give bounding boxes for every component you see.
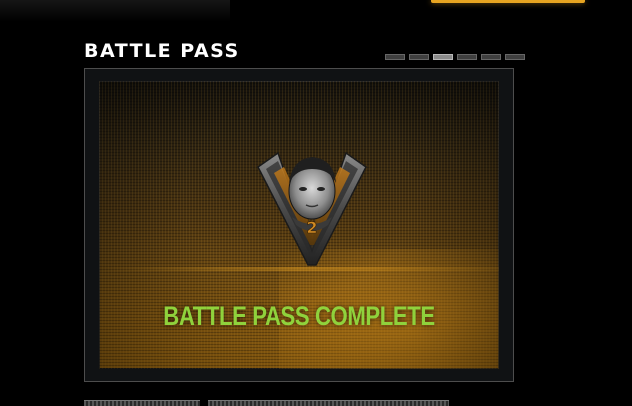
top-accent-button[interactable] [431, 0, 585, 3]
page-dot-1[interactable] [385, 54, 405, 60]
bottom-tab-2[interactable] [208, 400, 449, 406]
page-dot-6[interactable] [505, 54, 525, 60]
top-left-fade [0, 0, 230, 22]
battle-pass-complete-text: BATTLE PASS COMPLETE [163, 301, 435, 331]
page-indicator [385, 54, 525, 60]
page-dot-3[interactable] [433, 54, 453, 60]
page-dot-5[interactable] [481, 54, 501, 60]
page-dot-4[interactable] [457, 54, 477, 60]
tier-chevron-emblem-icon: 2 [257, 151, 367, 266]
tier-number: 2 [306, 218, 317, 237]
bottom-tab-1[interactable] [84, 400, 200, 406]
battle-pass-banner: 2 BATTLE PASS COMPLETE [99, 81, 499, 369]
page-dot-2[interactable] [409, 54, 429, 60]
battle-pass-screen: BATTLE PASS 2 BATTLE PASS COMPLETE [0, 0, 632, 406]
page-title: BATTLE PASS [84, 40, 240, 62]
battle-pass-card[interactable]: 2 BATTLE PASS COMPLETE [84, 68, 514, 382]
